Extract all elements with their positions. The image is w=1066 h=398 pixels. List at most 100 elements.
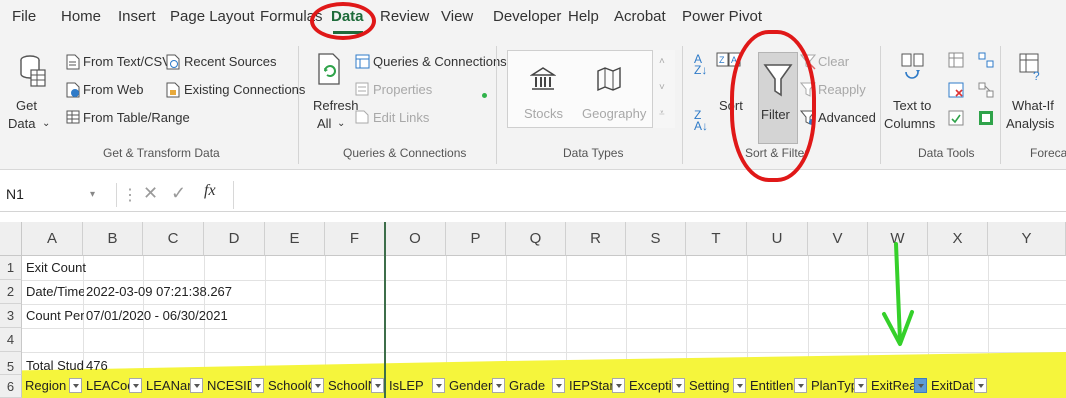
- group-separator: [298, 46, 299, 164]
- manage-data-model-icon[interactable]: [978, 110, 994, 126]
- sort-za-icon[interactable]: Z A↓: [694, 109, 708, 132]
- row-header[interactable]: 1: [0, 256, 22, 280]
- column-header[interactable]: V: [808, 222, 868, 256]
- filter-dropdown-button[interactable]: [612, 378, 625, 393]
- properties-button[interactable]: Properties: [373, 82, 432, 98]
- cell-b5[interactable]: 476: [86, 358, 108, 374]
- recent-sources-button[interactable]: Recent Sources: [184, 54, 277, 70]
- header-cell[interactable]: IEPStart: [566, 375, 612, 397]
- row-header[interactable]: 5: [0, 352, 22, 375]
- header-cell[interactable]: Entitlen: [747, 375, 794, 397]
- clear-button[interactable]: Clear: [818, 54, 849, 70]
- relationships-icon[interactable]: [978, 82, 994, 98]
- header-cell[interactable]: LEACod: [83, 375, 129, 397]
- column-header[interactable]: P: [446, 222, 506, 256]
- header-cell[interactable]: Grade: [506, 375, 552, 397]
- header-cell[interactable]: IsLEP: [386, 375, 432, 397]
- column-header[interactable]: O: [385, 222, 446, 256]
- column-header[interactable]: X: [928, 222, 988, 256]
- filter-dropdown-button[interactable]: [672, 378, 685, 393]
- filter-dropdown-button[interactable]: [432, 378, 445, 393]
- cell-a5[interactable]: Total Stud: [26, 358, 84, 374]
- from-text-csv-button[interactable]: From Text/CSV: [83, 54, 171, 70]
- tab-help[interactable]: Help: [568, 8, 599, 25]
- filter-dropdown-button[interactable]: [914, 378, 927, 393]
- cell-a3[interactable]: Count Peri: [26, 308, 84, 324]
- row-header[interactable]: 4: [0, 328, 22, 352]
- filter-dropdown-button[interactable]: [129, 378, 142, 393]
- column-header[interactable]: C: [143, 222, 204, 256]
- data-validation-icon[interactable]: [948, 110, 964, 126]
- select-all-corner[interactable]: [0, 222, 22, 256]
- column-header[interactable]: S: [626, 222, 686, 256]
- divider: [116, 183, 117, 207]
- filter-dropdown-button[interactable]: [371, 378, 384, 393]
- filter-dropdown-button[interactable]: [311, 378, 324, 393]
- column-header[interactable]: A: [22, 222, 83, 256]
- sort-az-icon[interactable]: A Z↓: [694, 53, 707, 76]
- filter-dropdown-button[interactable]: [69, 378, 82, 393]
- filter-dropdown-button[interactable]: [854, 378, 867, 393]
- tab-insert[interactable]: Insert: [118, 8, 156, 25]
- tab-view[interactable]: View: [441, 8, 473, 25]
- cancel-icon[interactable]: ✕: [143, 183, 158, 204]
- cell-b3[interactable]: 07/01/2020 - 06/30/2021: [86, 308, 228, 324]
- column-header[interactable]: Q: [506, 222, 566, 256]
- header-cell[interactable]: Excepti: [626, 375, 672, 397]
- column-header[interactable]: R: [566, 222, 626, 256]
- column-header[interactable]: D: [204, 222, 265, 256]
- reapply-button[interactable]: Reapply: [818, 82, 866, 98]
- header-cell[interactable]: PlanTyp: [808, 375, 854, 397]
- header-cell[interactable]: ExitRea: [868, 375, 914, 397]
- advanced-button[interactable]: Advanced: [818, 110, 876, 126]
- header-cell[interactable]: Region: [22, 375, 69, 397]
- formula-input[interactable]: [233, 181, 1066, 209]
- name-box[interactable]: N1: [0, 182, 115, 208]
- tab-developer[interactable]: Developer: [493, 8, 561, 25]
- filter-dropdown-button[interactable]: [552, 378, 565, 393]
- row-header[interactable]: 3: [0, 304, 22, 328]
- queries-connections-button[interactable]: Queries & Connections: [373, 54, 507, 70]
- cell-b2[interactable]: 2022-03-09 07:21:38.267: [86, 284, 232, 300]
- existing-connections-button[interactable]: Existing Connections: [184, 82, 305, 98]
- header-cell[interactable]: Gender: [446, 375, 492, 397]
- header-cell[interactable]: ExitDat: [928, 375, 974, 397]
- filter-dropdown-button[interactable]: [492, 378, 505, 393]
- tab-acrobat[interactable]: Acrobat: [614, 8, 666, 25]
- column-header[interactable]: Y: [988, 222, 1066, 256]
- filter-dropdown-button[interactable]: [974, 378, 987, 393]
- column-header[interactable]: B: [83, 222, 143, 256]
- edit-links-button[interactable]: Edit Links: [373, 110, 429, 126]
- cell-a1[interactable]: Exit Count: [26, 260, 86, 276]
- column-header[interactable]: F: [325, 222, 385, 256]
- from-table-range-button[interactable]: From Table/Range: [83, 110, 190, 126]
- enter-icon[interactable]: ✓: [171, 183, 186, 204]
- tab-file[interactable]: File: [12, 8, 36, 25]
- filter-dropdown-button[interactable]: [733, 378, 746, 393]
- insert-function-button[interactable]: fx: [204, 182, 216, 200]
- header-cell[interactable]: Setting: [686, 375, 733, 397]
- row-header[interactable]: 6: [0, 375, 22, 398]
- filter-dropdown-button[interactable]: [190, 378, 203, 393]
- tab-home[interactable]: Home: [61, 8, 101, 25]
- header-cell[interactable]: SchoolN: [325, 375, 371, 397]
- remove-duplicates-icon[interactable]: [948, 82, 964, 98]
- filter-dropdown-button[interactable]: [251, 378, 264, 393]
- column-header[interactable]: U: [747, 222, 808, 256]
- column-header[interactable]: T: [686, 222, 747, 256]
- tab-power-pivot[interactable]: Power Pivot: [682, 8, 762, 25]
- flash-fill-icon[interactable]: [948, 52, 964, 68]
- tab-review[interactable]: Review: [380, 8, 429, 25]
- header-cell[interactable]: SchoolC: [265, 375, 311, 397]
- header-cell[interactable]: NCESID: [204, 375, 251, 397]
- tab-page-layout[interactable]: Page Layout: [170, 8, 254, 25]
- from-web-button[interactable]: From Web: [83, 82, 143, 98]
- header-cell[interactable]: LEANar: [143, 375, 190, 397]
- consolidate-icon[interactable]: [978, 52, 994, 68]
- row-header[interactable]: 2: [0, 280, 22, 304]
- chevron-down-icon[interactable]: ▾: [90, 187, 95, 203]
- filter-dropdown-button[interactable]: [794, 378, 807, 393]
- cell-a2[interactable]: Date/Time: [26, 284, 84, 300]
- gallery-scroll[interactable]: ˄ ˅ ⩡: [652, 50, 675, 128]
- column-header[interactable]: E: [265, 222, 325, 256]
